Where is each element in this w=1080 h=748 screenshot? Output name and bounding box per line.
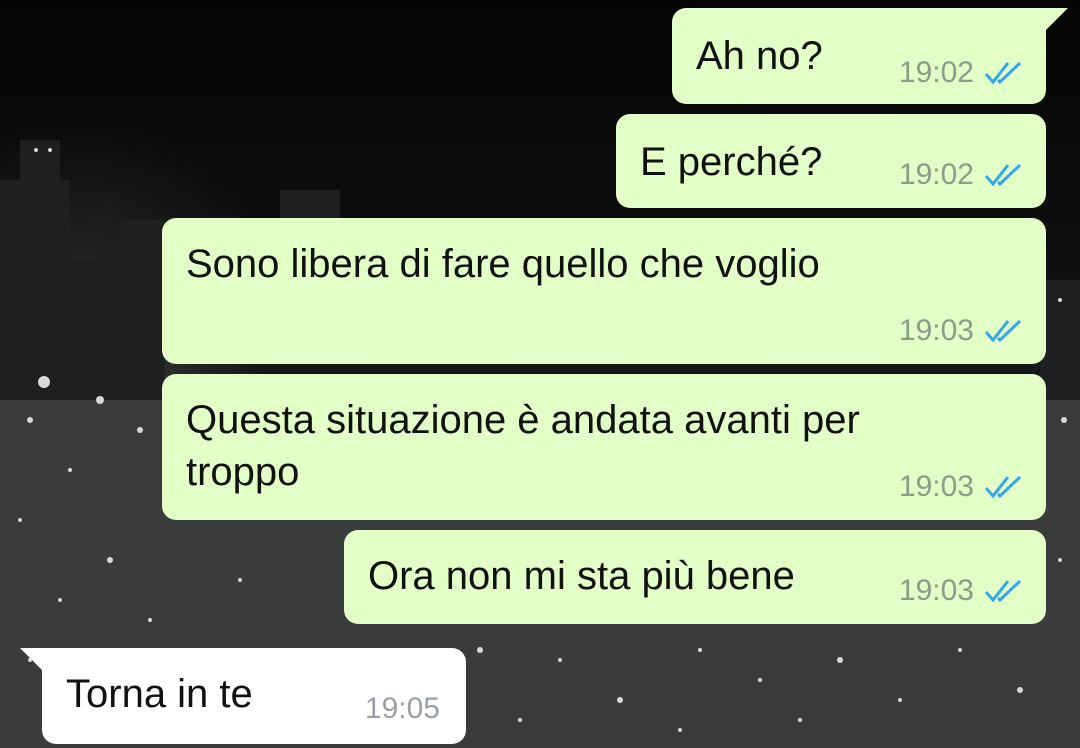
- message-meta: 19:03: [899, 470, 1024, 504]
- message-meta: 19:02: [899, 158, 1024, 192]
- double-check-read-icon: [984, 60, 1024, 86]
- message-time: 19:02: [898, 56, 974, 89]
- bubble-tail: [20, 648, 44, 672]
- message-time: 19:05: [364, 692, 440, 725]
- message-meta: 19:03: [899, 574, 1024, 608]
- double-check-read-icon: [984, 162, 1024, 188]
- message-text: Questa situazione è andata avanti per tr…: [186, 398, 860, 494]
- message-bubble-outgoing[interactable]: Sono libera di fare quello che voglio 19…: [162, 218, 1046, 364]
- double-check-read-icon: [984, 578, 1024, 604]
- message-bubble-outgoing[interactable]: Ora non mi sta più bene 19:03: [344, 530, 1046, 624]
- message-time: 19:02: [898, 158, 974, 191]
- chat-view: Ah no? 19:02 E perché? 19:02 Sono libera…: [0, 0, 1080, 748]
- message-text: Torna in te: [66, 672, 253, 716]
- message-text: E perché?: [640, 140, 823, 184]
- message-meta: 19:03: [899, 314, 1024, 348]
- message-bubble-outgoing[interactable]: Ah no? 19:02: [672, 8, 1068, 104]
- message-text: Sono libera di fare quello che voglio: [186, 242, 820, 286]
- message-bubble-incoming[interactable]: Torna in te 19:05: [20, 648, 466, 744]
- double-check-read-icon: [984, 318, 1024, 344]
- message-time: 19:03: [898, 314, 974, 347]
- message-bubble-outgoing[interactable]: E perché? 19:02: [616, 114, 1046, 208]
- bubble-tail: [1044, 8, 1068, 32]
- message-meta: 19:02: [899, 56, 1024, 90]
- message-text: Ora non mi sta più bene: [368, 554, 795, 598]
- message-text: Ah no?: [696, 34, 823, 78]
- double-check-read-icon: [984, 474, 1024, 500]
- message-bubble-outgoing[interactable]: Questa situazione è andata avanti per tr…: [162, 374, 1046, 520]
- message-time: 19:03: [898, 470, 974, 503]
- message-time: 19:03: [898, 574, 974, 607]
- message-meta: 19:05: [365, 692, 440, 726]
